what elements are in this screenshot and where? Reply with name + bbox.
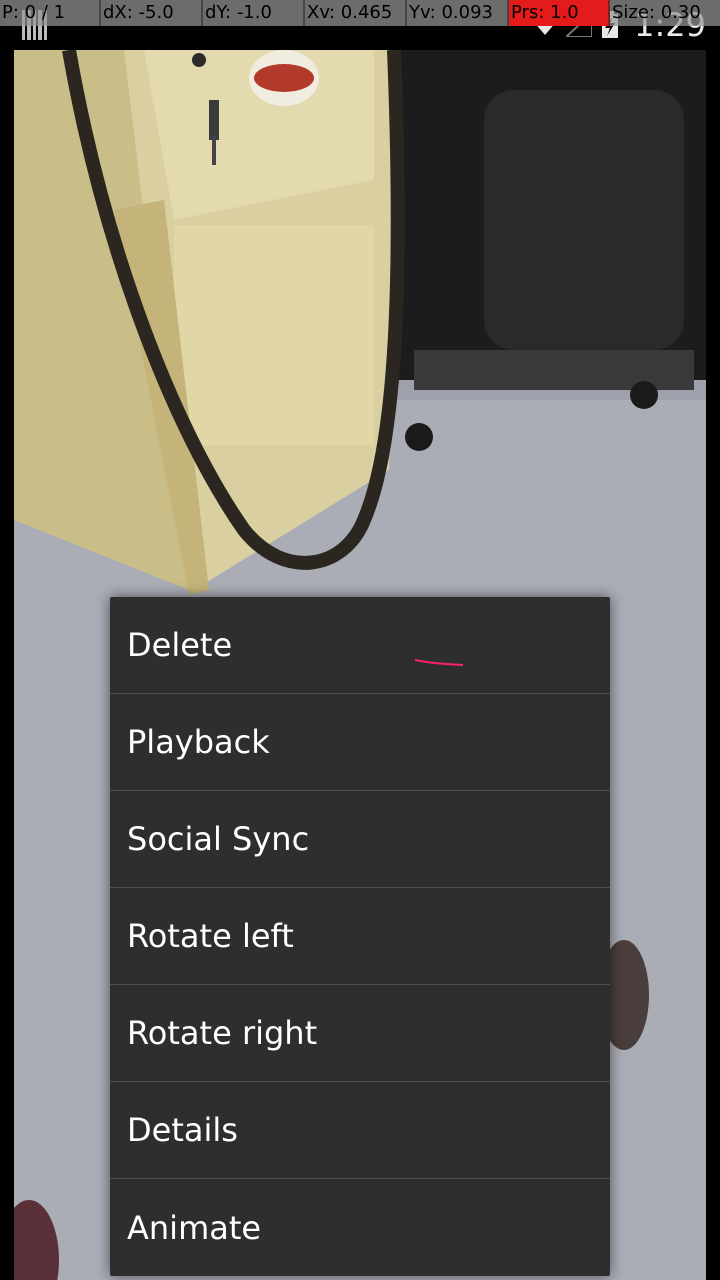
pressure: Prs: 1.0: [509, 0, 610, 26]
menu-item-social-sync[interactable]: Social Sync: [110, 791, 610, 888]
delta-y: dY: -1.0: [203, 0, 305, 26]
pointer-location-overlay: P: 0 / 1 dX: -5.0 dY: -1.0 Xv: 0.465 Yv:…: [0, 0, 720, 26]
menu-item-animate[interactable]: Animate: [110, 1179, 610, 1276]
pointer-count: P: 0 / 1: [0, 0, 101, 26]
menu-item-rotate-right[interactable]: Rotate right: [110, 985, 610, 1082]
menu-item-delete[interactable]: Delete: [110, 597, 610, 694]
menu-item-details[interactable]: Details: [110, 1082, 610, 1179]
context-menu: Delete Playback Social Sync Rotate left …: [110, 597, 610, 1276]
touch-trace: [415, 659, 463, 666]
gallery-screen: 1:29 P: 0 / 1 dX: -5.0 dY: -1.0 Xv: 0.46…: [0, 0, 720, 1280]
delta-x: dX: -5.0: [101, 0, 203, 26]
menu-item-playback[interactable]: Playback: [110, 694, 610, 791]
velocity-y: Yv: 0.093: [407, 0, 509, 26]
touch-size: Size: 0.30: [612, 2, 701, 23]
velocity-x: Xv: 0.465: [305, 0, 407, 26]
menu-item-rotate-left[interactable]: Rotate left: [110, 888, 610, 985]
